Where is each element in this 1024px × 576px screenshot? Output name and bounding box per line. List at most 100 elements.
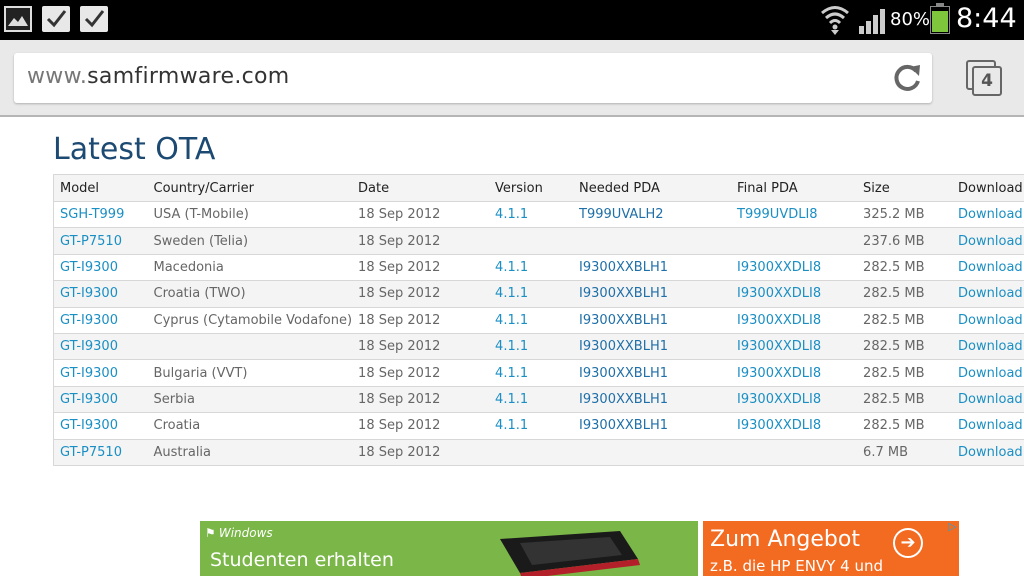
table-cell-model[interactable]: GT-P7510 <box>53 439 148 466</box>
table-cell-version[interactable]: 4.1.1 <box>489 333 574 361</box>
ad-headline: Studenten erhalten <box>210 549 394 571</box>
table-cell-date: 18 Sep 2012 <box>352 201 490 229</box>
table-cell-size: 6.7 MB <box>857 439 953 466</box>
table-cell-model[interactable]: GT-I9300 <box>53 333 148 361</box>
table-cell-final-pda[interactable]: I9300XXDLI8 <box>731 359 858 387</box>
table-cell-needed-pda[interactable]: T999UVALH2 <box>573 201 732 229</box>
table-cell-needed-pda[interactable]: I9300XXBLH1 <box>573 359 732 387</box>
table-cell-needed-pda[interactable]: I9300XXBLH1 <box>573 280 732 308</box>
table-cell-version[interactable]: 4.1.1 <box>489 254 574 282</box>
table-cell-version[interactable]: 4.1.1 <box>489 280 574 308</box>
table-cell-date: 18 Sep 2012 <box>352 333 490 361</box>
table-cell-final-pda[interactable]: I9300XXDLI8 <box>731 412 858 440</box>
ad-cta: Zum Angebot <box>710 527 860 552</box>
column-header: Country/Carrier <box>147 174 353 202</box>
download-link[interactable]: Download <box>952 227 1024 255</box>
table-cell-version[interactable]: 4.1.1 <box>489 359 574 387</box>
clock: 8:44 <box>956 3 1017 34</box>
table-cell-size: 282.5 MB <box>857 359 953 387</box>
ad-brand: ⚑ Windows <box>206 526 273 540</box>
download-link[interactable]: Download <box>952 201 1024 229</box>
gallery-icon <box>4 6 32 32</box>
ad-right-panel[interactable]: Zum Angebot z.B. die HP ENVY 4 und ➔ <box>703 521 959 576</box>
page-title: Latest OTA <box>53 132 216 167</box>
ad-banner[interactable]: ⚑ Windows Studenten erhalten Zum Angebot… <box>200 520 960 576</box>
table-cell-needed-pda[interactable]: I9300XXBLH1 <box>573 307 732 334</box>
table-cell-final-pda[interactable]: I9300XXDLI8 <box>731 280 858 308</box>
table-cell-country <box>147 333 353 361</box>
table-row: SGH-T999 USA (T-Mobile) 18 Sep 2012 4.1.1 T9… <box>53 201 1024 229</box>
table-cell-version[interactable]: 4.1.1 <box>489 307 574 334</box>
table-cell-date: 18 Sep 2012 <box>352 359 490 387</box>
checkbox-icon <box>80 6 108 32</box>
ad-subtext: z.B. die HP ENVY 4 und <box>710 557 883 575</box>
ad-left-panel[interactable]: ⚑ Windows Studenten erhalten <box>200 521 698 576</box>
table-cell-country: Croatia <box>147 412 353 440</box>
url-domain: samfirmware.com <box>87 64 290 89</box>
url-text[interactable]: www.samfirmware.com <box>27 64 290 89</box>
tab-count: 4 <box>972 66 1002 96</box>
table-cell-model[interactable]: GT-P7510 <box>53 227 148 255</box>
table-cell-country: Cyprus (Cytamobile Vodafone) <box>147 307 353 334</box>
table-cell-size: 282.5 MB <box>857 412 953 440</box>
table-cell-model[interactable]: GT-I9300 <box>53 307 148 334</box>
table-cell-version <box>489 227 574 255</box>
download-link[interactable]: Download <box>952 280 1024 308</box>
table-cell-model[interactable]: GT-I9300 <box>53 386 148 414</box>
battery-percent: 80% <box>890 9 931 30</box>
checkbox-icon <box>42 6 70 32</box>
download-link[interactable]: Download <box>952 359 1024 387</box>
download-link[interactable]: Download <box>952 254 1024 282</box>
url-bar[interactable]: www.samfirmware.com <box>14 53 932 103</box>
table-cell-final-pda[interactable]: I9300XXDLI8 <box>731 333 858 361</box>
signal-icon <box>858 8 888 38</box>
download-link[interactable]: Download <box>952 307 1024 334</box>
download-link[interactable]: Download <box>952 333 1024 361</box>
table-cell-model[interactable]: GT-I9300 <box>53 254 148 282</box>
table-cell-version[interactable]: 4.1.1 <box>489 386 574 414</box>
table-cell-needed-pda[interactable]: I9300XXBLH1 <box>573 333 732 361</box>
table-cell-version <box>489 439 574 466</box>
tabs-button[interactable]: 4 <box>966 60 1004 96</box>
table-cell-needed-pda[interactable]: I9300XXBLH1 <box>573 386 732 414</box>
table-row: GT-P7510 Sweden (Telia) 18 Sep 2012 237.6 M… <box>53 227 1024 255</box>
download-link[interactable]: Download <box>952 412 1024 440</box>
arrow-right-icon[interactable]: ➔ <box>893 528 923 558</box>
table-cell-country: Croatia (TWO) <box>147 280 353 308</box>
table-cell-date: 18 Sep 2012 <box>352 280 490 308</box>
table-cell-version[interactable]: 4.1.1 <box>489 412 574 440</box>
table-cell-model[interactable]: SGH-T999 <box>53 201 148 229</box>
browser-toolbar: www.samfirmware.com 4 <box>0 40 1024 117</box>
table-cell-final-pda[interactable]: I9300XXDLI8 <box>731 254 858 282</box>
table-cell-model[interactable]: GT-I9300 <box>53 280 148 308</box>
table-cell-model[interactable]: GT-I9300 <box>53 412 148 440</box>
table-cell-date: 18 Sep 2012 <box>352 386 490 414</box>
table-cell-size: 325.2 MB <box>857 201 953 229</box>
wifi-icon <box>820 4 850 40</box>
table-cell-size: 282.5 MB <box>857 333 953 361</box>
reload-icon[interactable] <box>892 63 924 93</box>
table-row: GT-I9300 18 Sep 2012 4.1.1 I9300XXBLH1 I9300… <box>53 333 1024 361</box>
table-cell-country: Bulgaria (VVT) <box>147 359 353 387</box>
table-cell-needed-pda[interactable]: I9300XXBLH1 <box>573 254 732 282</box>
table-cell-final-pda[interactable]: I9300XXDLI8 <box>731 386 858 414</box>
column-header: Download lin <box>952 174 1024 202</box>
table-cell-final-pda[interactable]: T999UVDLI8 <box>731 201 858 229</box>
table-cell-size: 282.5 MB <box>857 307 953 334</box>
table-cell-final-pda[interactable]: I9300XXDLI8 <box>731 307 858 334</box>
table-cell-needed-pda <box>573 227 732 255</box>
url-prefix: www. <box>27 64 88 89</box>
table-cell-country: Sweden (Telia) <box>147 227 353 255</box>
table-cell-version[interactable]: 4.1.1 <box>489 201 574 229</box>
table-cell-date: 18 Sep 2012 <box>352 307 490 334</box>
adchoices-icon[interactable]: ▷ <box>948 520 956 533</box>
download-link[interactable]: Download <box>952 439 1024 466</box>
download-link[interactable]: Download <box>952 386 1024 414</box>
table-cell-needed-pda[interactable]: I9300XXBLH1 <box>573 412 732 440</box>
column-header: Version <box>489 174 574 202</box>
table-cell-date: 18 Sep 2012 <box>352 412 490 440</box>
ota-table: Model Country/Carrier Date Version Neede… <box>53 174 1024 466</box>
table-cell-needed-pda <box>573 439 732 466</box>
table-cell-model[interactable]: GT-I9300 <box>53 359 148 387</box>
status-bar: 80% 8:44 <box>0 0 1024 40</box>
